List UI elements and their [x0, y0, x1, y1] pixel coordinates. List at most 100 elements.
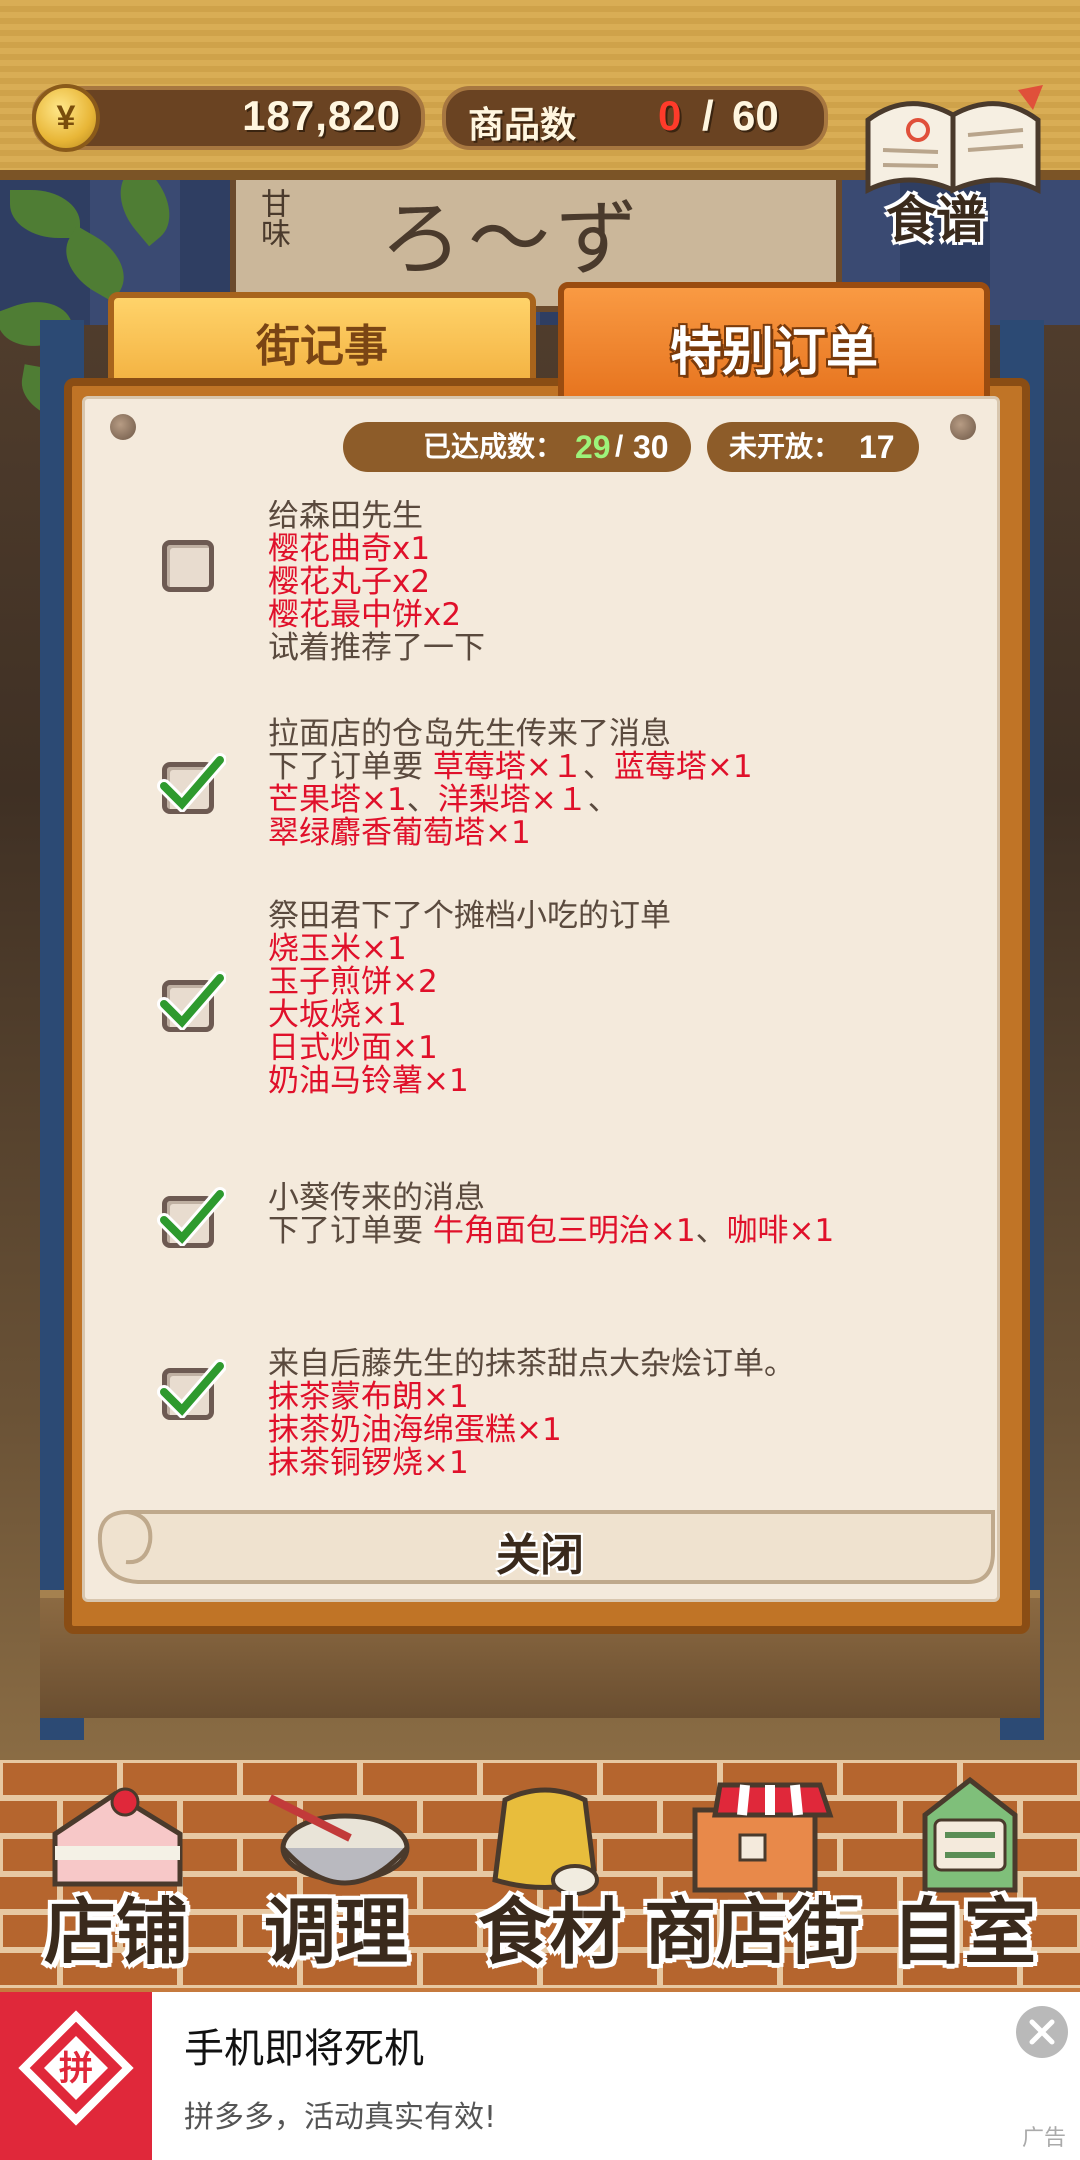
pin-icon — [950, 414, 976, 440]
order-description: 、 — [406, 782, 438, 818]
order-text: 给森田先生 樱花曲奇x1 樱花丸子x2 樱花最中饼x2 试着推荐了一下 — [268, 500, 485, 665]
order-line: 樱花曲奇x1 — [268, 533, 485, 566]
close-button[interactable]: 关闭 — [470, 1528, 610, 1584]
nav-shopping-street[interactable]: 商店街 — [640, 1760, 870, 1992]
bottom-navigation: 店铺 调理 食材 商店街 自室 — [0, 1760, 1080, 1992]
order-line: 下了订单要 草莓塔×１、蓝莓塔×1 — [268, 751, 753, 784]
goods-separator: / — [702, 92, 714, 139]
order-item-quantity: 翠绿麝香葡萄塔×1 — [268, 815, 531, 851]
checkmark-icon — [157, 1187, 226, 1246]
goods-count-display: 商品数 0 / 60 — [442, 86, 828, 150]
checkmark-icon — [157, 1359, 226, 1418]
checkmark-icon — [157, 971, 226, 1030]
order-checkbox[interactable] — [162, 540, 214, 592]
nav-shop[interactable]: 店铺 — [30, 1760, 200, 1992]
nav-cooking[interactable]: 调理 — [250, 1760, 420, 1992]
recipe-label: 食谱 — [886, 191, 986, 249]
order-text: 祭田君下了个摊档小吃的订单 烧玉米×1 玉子煎饼×2 大坂烧×1 日式炒面×1 奶油马铃薯… — [268, 900, 671, 1098]
tab-special-orders-label: 特别订单 — [669, 323, 878, 383]
order-description: 来自后藤先生的抹茶甜点大杂烩订单。 — [268, 1346, 795, 1382]
money-value: 187,820 — [242, 92, 401, 139]
locked-label: 未开放： — [729, 430, 842, 463]
order-item-quantity: 抹茶奶油海绵蛋糕×1 — [268, 1412, 562, 1448]
order-line: 试着推荐了一下 — [268, 632, 485, 665]
order-line: 抹茶奶油海绵蛋糕×1 — [268, 1414, 795, 1447]
order-text: 拉面店的仓岛先生传来了消息 下了订单要 草莓塔×１、蓝莓塔×1 芒果塔×1、洋梨塔×… — [268, 718, 753, 850]
order-item-quantity: 洋梨塔×１ — [437, 782, 588, 818]
tab-street-news-label: 街记事 — [256, 321, 388, 372]
order-description: 试着推荐了一下 — [268, 630, 485, 666]
nav-ingredients-label: 食材 — [478, 1890, 623, 1974]
order-description: 、 — [695, 1213, 727, 1249]
close-icon — [1029, 2019, 1055, 2045]
order-item-quantity: 烧玉米×1 — [268, 931, 407, 967]
order-item-quantity: 抹茶蒙布朗×1 — [268, 1379, 469, 1415]
order-description: 祭田君下了个摊档小吃的订单 — [268, 898, 671, 934]
order-item-quantity: 樱花最中饼x2 — [268, 597, 462, 633]
order-description: 拉面店的仓岛先生传来了消息 — [268, 716, 671, 752]
order-line: 小葵传来的消息 — [268, 1182, 834, 1215]
order-item-quantity: 咖啡×1 — [726, 1213, 835, 1249]
shop-sign-text: ろ〜ず — [380, 192, 645, 287]
order-item-quantity: 日式炒面×1 — [268, 1030, 438, 1066]
order-item-quantity: 樱花丸子x2 — [268, 564, 431, 600]
ad-close-button[interactable] — [1016, 2006, 1068, 2058]
nav-ingredients[interactable]: 食材 — [470, 1760, 623, 1992]
achieved-total: 30 — [633, 429, 669, 465]
order-description: 、 — [587, 782, 619, 818]
order-line: 樱花最中饼x2 — [268, 599, 485, 632]
pin-icon — [110, 414, 136, 440]
order-description: 下了订单要 — [268, 749, 433, 785]
order-item-quantity: 樱花曲奇x1 — [268, 531, 431, 567]
ad-title: 手机即将死机 — [184, 2026, 424, 2072]
order-line: 给森田先生 — [268, 500, 485, 533]
order-line: 拉面店的仓岛先生传来了消息 — [268, 718, 753, 751]
special-order-list[interactable]: 给森田先生 樱花曲奇x1 樱花丸子x2 樱花最中饼x2 试着推荐了一下拉面店的仓岛先生传… — [120, 500, 980, 1478]
order-line: 日式炒面×1 — [268, 1032, 671, 1065]
achieved-label: 已达成数： — [423, 430, 564, 463]
order-description: 小葵传来的消息 — [268, 1180, 485, 1216]
money-display: ¥ 187,820 — [32, 84, 425, 152]
nav-shopping-street-label: 商店街 — [644, 1890, 861, 1974]
goods-count: 0 — [658, 92, 682, 139]
nav-cooking-label: 调理 — [264, 1890, 409, 1974]
yen-coin-icon: ¥ — [32, 84, 100, 152]
order-item-quantity: 草莓塔×１ — [432, 749, 583, 785]
pinduoduo-logo-graphic: 拼 — [18, 2010, 134, 2126]
order-item-quantity: 芒果塔×1 — [268, 782, 407, 818]
locked-count-badge: 未开放： 17 — [707, 422, 919, 472]
pinduoduo-logo-text: 拼 — [59, 2049, 93, 2089]
order-line: 来自后藤先生的抹茶甜点大杂烩订单。 — [268, 1348, 795, 1381]
order-line: 玉子煎饼×2 — [268, 966, 671, 999]
order-line: 烧玉米×1 — [268, 933, 671, 966]
shop-sign-small-text: 甘味 — [255, 188, 290, 248]
achieved-separator: / — [615, 430, 624, 463]
order-line: 芒果塔×1、洋梨塔×１、 — [268, 784, 753, 817]
nav-my-room[interactable]: 自室 — [880, 1760, 1060, 1992]
order-item-quantity: 奶油马铃薯×1 — [268, 1063, 469, 1099]
order-item-quantity: 牛角面包三明治×1 — [432, 1213, 696, 1249]
order-line: 奶油马铃薯×1 — [268, 1065, 671, 1098]
ad-banner[interactable]: 拼 手机即将死机 拼多多，活动真实有效! — [0, 1992, 1080, 2160]
order-line: 樱花丸子x2 — [268, 566, 485, 599]
order-description: 给森田先生 — [268, 500, 423, 534]
order-line: 抹茶铜锣烧×1 — [268, 1445, 795, 1479]
goods-max: 60 — [732, 92, 779, 139]
pinduoduo-logo-icon: 拼 — [0, 1992, 152, 2160]
achieved-count: 29 — [575, 429, 611, 465]
recipe-book-button[interactable]: 食谱 — [858, 80, 1048, 249]
order-item-quantity: 大坂烧×1 — [268, 997, 407, 1033]
order-item-quantity: 蓝莓塔×1 — [613, 749, 753, 785]
order-line: 翠绿麝香葡萄塔×1 — [268, 817, 753, 850]
order-item-quantity: 抹茶铜锣烧×1 — [268, 1445, 469, 1479]
order-line: 下了订单要 牛角面包三明治×1、咖啡×1 — [268, 1215, 834, 1248]
order-line: 抹茶蒙布朗×1 — [268, 1381, 795, 1414]
ad-subtitle: 拼多多，活动真实有效! — [184, 2100, 497, 2135]
ad-tag: 广告 — [1022, 2126, 1067, 2151]
goods-label: 商品数 — [468, 105, 577, 146]
order-line: 大坂烧×1 — [268, 999, 671, 1032]
order-description: 下了订单要 — [268, 1213, 433, 1249]
achieved-count-badge: 已达成数： 29 / 30 — [343, 422, 691, 472]
order-item-quantity: 玉子煎饼×2 — [268, 964, 438, 1000]
order-description: 、 — [582, 749, 614, 785]
